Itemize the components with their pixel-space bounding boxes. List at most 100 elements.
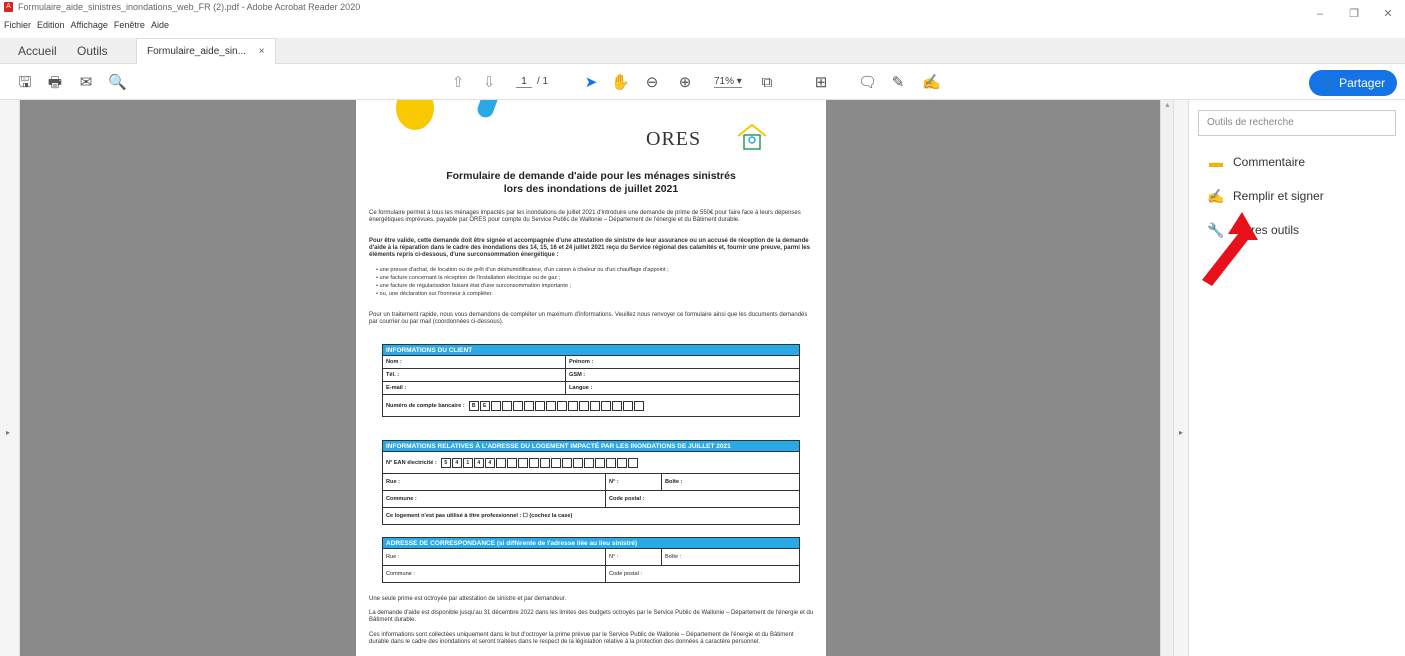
char-box: B (468, 400, 479, 411)
bank-account-boxes[interactable]: BE (468, 400, 645, 411)
logo-blue-shape (475, 100, 503, 120)
char-box (512, 400, 523, 411)
tab-accueil[interactable]: Accueil (18, 38, 57, 64)
boite-field[interactable]: Boîte : (661, 474, 799, 490)
corr-code-postal-field[interactable]: Code postal : (605, 566, 799, 582)
intro-paragraph: Ce formulaire permet à tous les ménages … (369, 210, 801, 224)
select-cursor-icon[interactable]: ➤ (582, 74, 600, 92)
corr-rue-field[interactable]: Rue : (383, 549, 605, 565)
prev-page-icon[interactable]: ⇧ (449, 74, 467, 92)
document-viewport[interactable]: ▸ ORES Formulaire de demande d'aide pour… (0, 100, 1173, 656)
section-header: ADRESSE DE CORRESPONDANCE (si différente… (383, 538, 799, 548)
menu-affichage[interactable]: Affichage (71, 20, 108, 30)
section-header: INFORMATIONS RELATIVES À L'ADRESSE DU LO… (383, 441, 799, 451)
zoom-level-select[interactable]: 71% ▾ (714, 76, 742, 88)
langue-field[interactable]: Langue : (565, 382, 799, 394)
char-box: 4 (473, 457, 484, 468)
red-arrow-annotation (1202, 212, 1258, 286)
corr-commune-field[interactable]: Commune : (383, 566, 605, 582)
ean-field[interactable]: N° EAN électricité : 54144 (383, 452, 799, 473)
menu-edition[interactable]: Edition (37, 20, 65, 30)
list-item: • une preuve d'achat, de location ou de … (376, 267, 669, 273)
zoom-search-icon[interactable]: 🔍 (108, 74, 127, 92)
menu-aide[interactable]: Aide (151, 20, 169, 30)
share-button[interactable]: 👤 Partager (1309, 70, 1397, 96)
rue-field[interactable]: Rue : (383, 474, 605, 490)
list-item: • une facture de régularisation faisant … (376, 283, 572, 289)
collapse-right-icon[interactable]: ▸ (1179, 428, 1183, 437)
commune-field[interactable]: Commune : (383, 491, 605, 507)
char-box (528, 457, 539, 468)
table-row: Rue : N° : Boîte : (383, 548, 799, 565)
hand-tool-icon[interactable]: ✋ (611, 74, 630, 92)
scroll-up-icon[interactable]: ▲ (1164, 102, 1171, 109)
char-box (539, 457, 550, 468)
numero-field[interactable]: N° : (605, 474, 661, 490)
table-row: Tél. : GSM : (383, 368, 799, 381)
prenom-field[interactable]: Prénom : (565, 356, 799, 368)
print-icon[interactable]: 🖶 (46, 74, 64, 92)
list-item: • ou, une déclaration sur l'honneur à co… (376, 291, 493, 297)
corr-numero-field[interactable]: N° : (605, 549, 661, 565)
char-box (550, 457, 561, 468)
expand-left-icon[interactable]: ▸ (6, 428, 10, 437)
char-box (605, 457, 616, 468)
comment-tool-icon[interactable]: 🗨 (858, 74, 877, 92)
corr-boite-field[interactable]: Boîte : (661, 549, 799, 565)
char-box (556, 400, 567, 411)
char-box (506, 457, 517, 468)
footnote-one-prime: Une seule prime est octroyée par attesta… (369, 596, 567, 602)
close-window-button[interactable]: ✕ (1371, 0, 1405, 28)
menu-fichier[interactable]: Fichier (4, 20, 31, 30)
char-box (545, 400, 556, 411)
save-icon[interactable]: 🖫 (16, 74, 34, 92)
next-page-icon[interactable]: ⇩ (480, 74, 498, 92)
char-box: E (479, 400, 490, 411)
minimize-button[interactable]: – (1303, 0, 1337, 28)
tool-commentaire[interactable]: ▬ Commentaire (1207, 152, 1305, 172)
left-panel-toggle[interactable]: ▸ (0, 100, 20, 656)
page-number-input[interactable]: 1 (516, 76, 532, 88)
scroll-mode-icon[interactable]: ⊞ (812, 74, 830, 92)
ean-boxes[interactable]: 54144 (440, 457, 639, 468)
tab-document[interactable]: Formulaire_aide_sin... × (136, 38, 276, 64)
close-tab-icon[interactable]: × (259, 46, 265, 57)
char-box (616, 457, 627, 468)
char-box (523, 400, 534, 411)
processing-paragraph: Pour un traitement rapide, nous vous dem… (369, 312, 808, 326)
bank-account-field[interactable]: Numéro de compte bancaire : BE (383, 395, 799, 416)
tool-label: Commentaire (1233, 155, 1306, 169)
code-postal-field[interactable]: Code postal : (605, 491, 799, 507)
tools-search-input[interactable]: Outils de recherche (1198, 110, 1396, 136)
gsm-field[interactable]: GSM : (565, 369, 799, 381)
email-field[interactable]: E-mail : (383, 382, 565, 394)
highlight-pen-icon[interactable]: ✎ (889, 74, 907, 92)
right-panel-toggle[interactable]: ▸ (1173, 100, 1189, 656)
tab-bar: Accueil Outils Formulaire_aide_sin... × (0, 38, 1405, 64)
share-button-label: Partager (1339, 76, 1386, 90)
tel-field[interactable]: Tél. : (383, 369, 565, 381)
email-icon[interactable]: ✉ (77, 74, 95, 92)
fit-page-icon[interactable]: ⧉ (758, 74, 776, 92)
menu-fenetre[interactable]: Fenêtre (114, 20, 145, 30)
nom-field[interactable]: Nom : (383, 356, 565, 368)
menu-bar: Fichier Edition Affichage Fenêtre Aide (0, 14, 175, 36)
char-box: 4 (484, 457, 495, 468)
sign-icon[interactable]: ✍ (922, 74, 941, 92)
tab-outils[interactable]: Outils (77, 38, 108, 64)
toolbar: 🖫 🖶 ✉ 🔍 ⇧ ⇩ 1 / 1 ➤ ✋ ⊖ ⊕ 71% ▾ ⧉ ⊞ 🗨 ✎ … (0, 64, 1405, 100)
tool-remplir-signer[interactable]: ✍ Remplir et signer (1207, 186, 1323, 206)
restore-button[interactable]: ❐ (1337, 0, 1371, 28)
zoom-in-icon[interactable]: ⊕ (676, 74, 694, 92)
table-row: Ce logement n'est pas utilisé à titre pr… (383, 507, 799, 524)
professional-use-checkbox[interactable]: Ce logement n'est pas utilisé à titre pr… (383, 508, 799, 524)
requirements-list: • une preuve d'achat, de location ou de … (376, 266, 669, 298)
zoom-out-icon[interactable]: ⊖ (643, 74, 661, 92)
form-title-line2: lors des inondations de juillet 2021 (503, 183, 679, 195)
char-box (490, 400, 501, 411)
fill-sign-icon: ✍ (1207, 188, 1225, 204)
char-box (495, 457, 506, 468)
vertical-scrollbar[interactable]: ▲ (1160, 100, 1173, 656)
char-box (594, 457, 605, 468)
tools-panel: Outils de recherche ▬ Commentaire ✍ Remp… (1189, 100, 1405, 656)
